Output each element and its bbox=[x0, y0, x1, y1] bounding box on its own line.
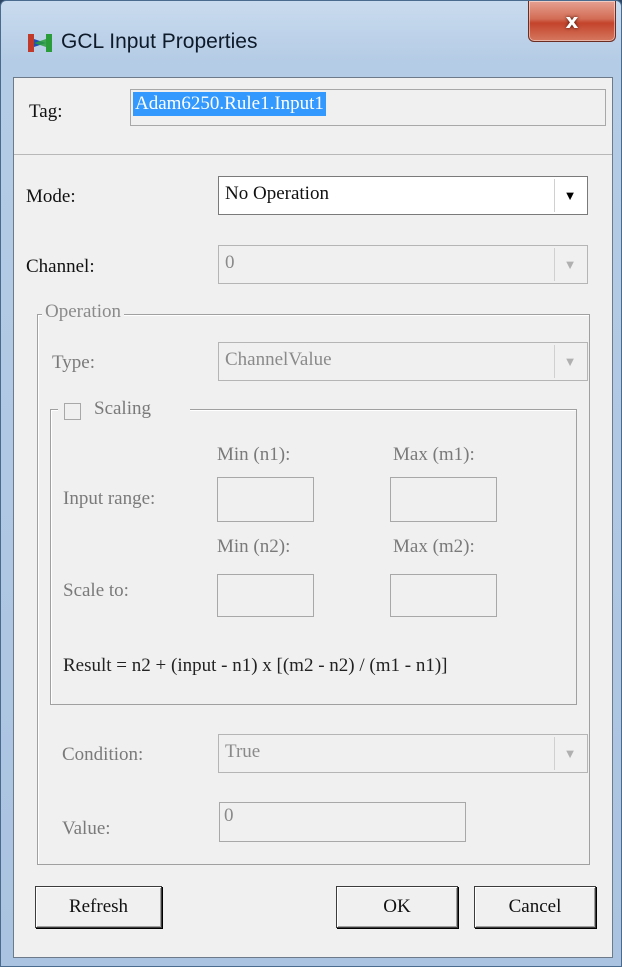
tag-field[interactable]: Adam6250.Rule1.Input1 bbox=[130, 89, 606, 126]
tag-value: Adam6250.Rule1.Input1 bbox=[133, 92, 326, 116]
chevron-down-icon[interactable]: ▼ bbox=[554, 737, 585, 770]
m2-field[interactable] bbox=[390, 574, 497, 617]
max-m1-label: Max (m1): bbox=[393, 444, 475, 465]
mode-dropdown[interactable]: No Operation ▼ bbox=[218, 176, 588, 215]
channel-label: Channel: bbox=[26, 256, 95, 277]
scale-to-label: Scale to: bbox=[63, 580, 129, 601]
scaling-label: Scaling bbox=[94, 398, 151, 419]
min-n2-label: Min (n2): bbox=[217, 536, 291, 557]
input-range-label: Input range: bbox=[63, 488, 156, 509]
type-label: Type: bbox=[52, 352, 95, 373]
scaling-checkbox[interactable] bbox=[64, 403, 81, 420]
channel-value: 0 bbox=[225, 252, 235, 273]
gcl-app-icon bbox=[28, 34, 52, 52]
type-value: ChannelValue bbox=[225, 349, 332, 370]
chevron-down-icon[interactable]: ▼ bbox=[554, 179, 585, 212]
ok-button[interactable]: OK bbox=[336, 886, 458, 928]
dialog-window: GCL Input Properties x Tag: Adam6250.Rul… bbox=[0, 0, 622, 967]
max-m2-label: Max (m2): bbox=[393, 536, 475, 557]
type-dropdown[interactable]: ChannelValue ▼ bbox=[218, 342, 588, 381]
cancel-button[interactable]: Cancel bbox=[474, 886, 596, 928]
value-value: 0 bbox=[224, 805, 234, 826]
m1-field[interactable] bbox=[390, 477, 497, 522]
value-field[interactable]: 0 bbox=[219, 802, 466, 842]
tag-panel: Tag: Adam6250.Rule1.Input1 bbox=[14, 78, 612, 155]
mode-label: Mode: bbox=[26, 186, 76, 207]
condition-dropdown[interactable]: True ▼ bbox=[218, 734, 588, 773]
channel-dropdown[interactable]: 0 ▼ bbox=[218, 245, 588, 284]
dialog-client-area: Tag: Adam6250.Rule1.Input1 Mode: No Oper… bbox=[13, 77, 613, 958]
n1-field[interactable] bbox=[217, 477, 314, 522]
tag-label: Tag: bbox=[29, 101, 63, 122]
title-bar[interactable]: GCL Input Properties x bbox=[1, 1, 621, 77]
value-label: Value: bbox=[62, 818, 111, 839]
condition-label: Condition: bbox=[62, 744, 144, 765]
operation-legend: Operation bbox=[42, 301, 124, 323]
window-title: GCL Input Properties bbox=[61, 30, 258, 53]
condition-value: True bbox=[225, 741, 261, 762]
chevron-down-icon[interactable]: ▼ bbox=[554, 248, 585, 281]
mode-value: No Operation bbox=[225, 183, 329, 204]
min-n1-label: Min (n1): bbox=[217, 444, 291, 465]
refresh-button[interactable]: Refresh bbox=[35, 886, 162, 928]
chevron-down-icon[interactable]: ▼ bbox=[554, 345, 585, 378]
close-button[interactable]: x bbox=[528, 1, 616, 42]
scaling-formula: Result = n2 + (input - n1) x [(m2 - n2) … bbox=[63, 655, 448, 676]
n2-field[interactable] bbox=[217, 574, 314, 617]
scaling-legend: Scaling bbox=[58, 398, 190, 424]
close-icon: x bbox=[565, 9, 579, 33]
